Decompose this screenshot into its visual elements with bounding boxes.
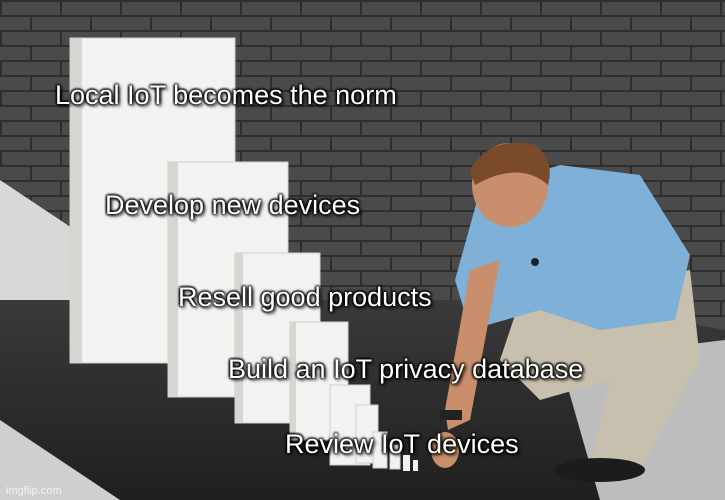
domino-10 — [413, 460, 418, 471]
caption-4: Build an IoT privacy database — [228, 354, 584, 384]
scene-illustration — [0, 0, 725, 500]
watch — [440, 410, 462, 420]
lapel-mic — [531, 258, 539, 266]
caption-5: Review IoT devices — [285, 429, 519, 459]
caption-1: Local IoT becomes the norm — [55, 80, 397, 110]
watermark: imgflip.com — [6, 485, 62, 497]
caption-3: Resell good products — [178, 282, 432, 312]
shoe — [555, 458, 645, 482]
caption-2: Develop new devices — [105, 190, 361, 220]
domino-3-side — [235, 253, 243, 423]
meme-image: Local IoT becomes the norm Develop new d… — [0, 0, 725, 500]
